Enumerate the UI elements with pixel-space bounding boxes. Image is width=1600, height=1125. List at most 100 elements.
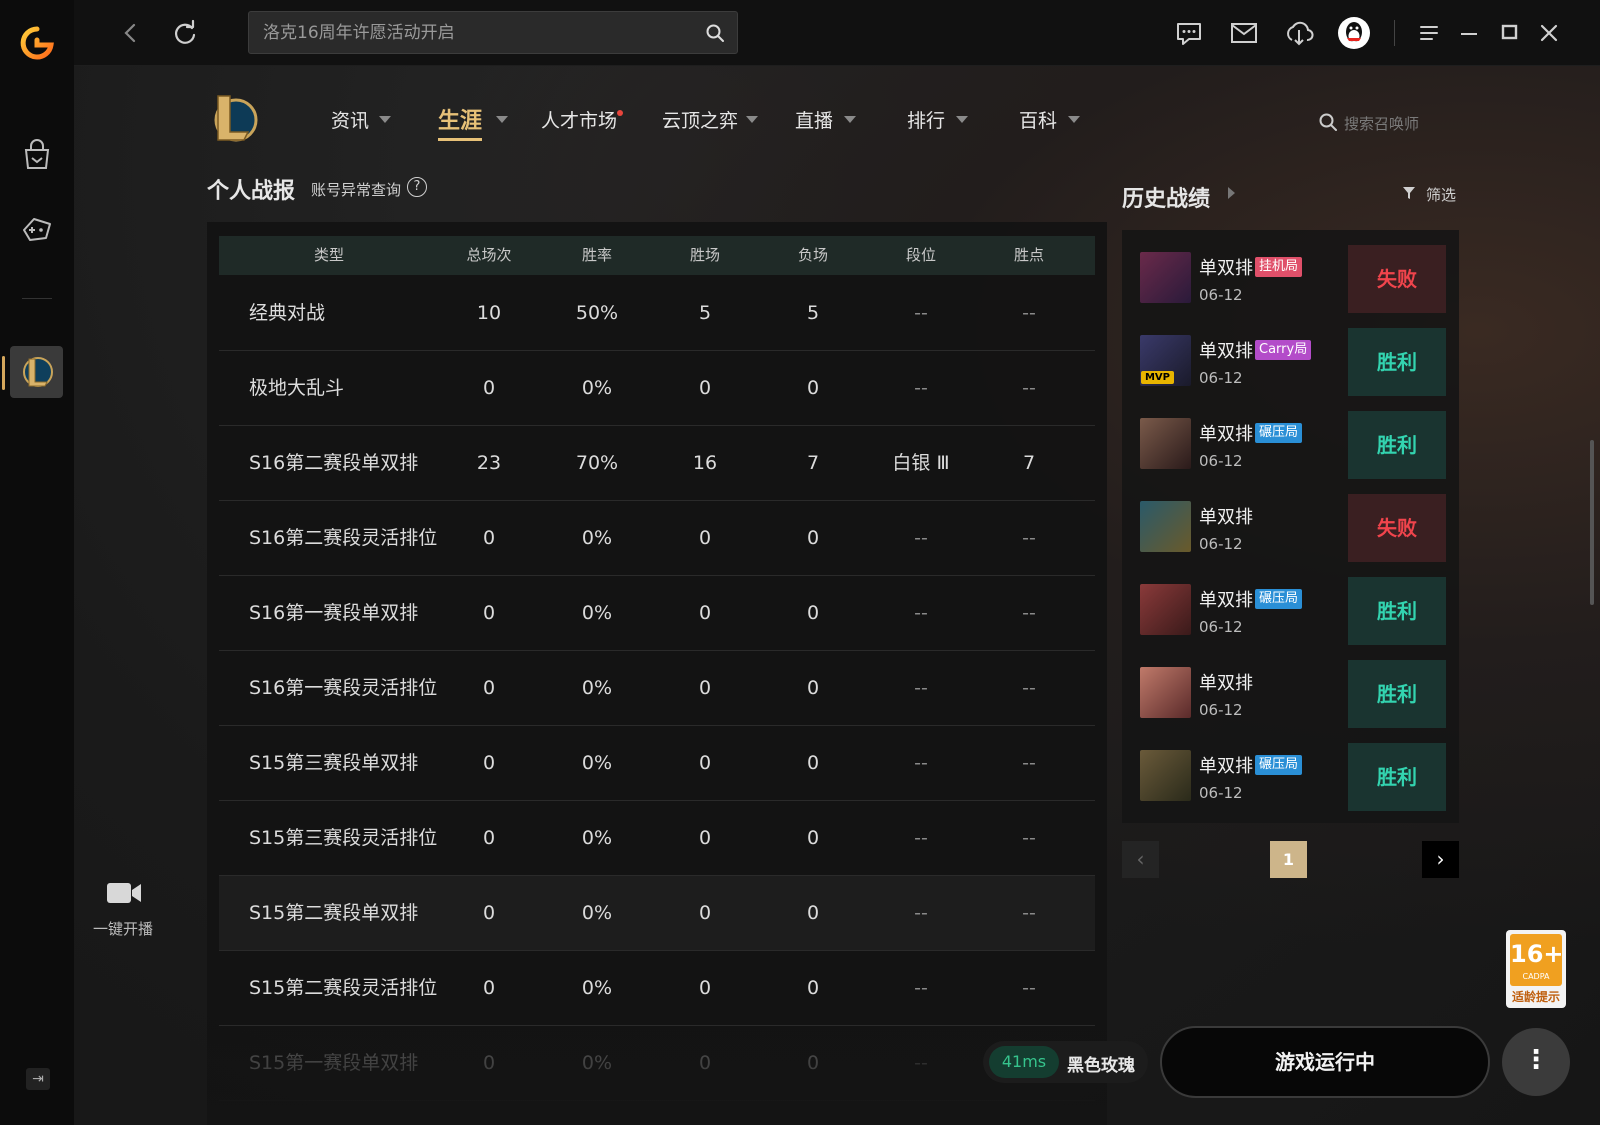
cell-rate: 0% xyxy=(581,752,613,774)
minimize-icon[interactable] xyxy=(1454,18,1484,48)
search-icon xyxy=(1319,113,1337,131)
pager-next-button[interactable]: › xyxy=(1422,841,1459,878)
table-row[interactable]: S16第二赛段灵活排位 0 0% 0 0 -- -- xyxy=(219,501,1095,576)
qq-avatar-icon[interactable] xyxy=(1337,16,1371,50)
summoner-search[interactable]: 搜索召唤师 xyxy=(1318,110,1478,136)
search-input[interactable] xyxy=(263,12,693,53)
refresh-icon[interactable] xyxy=(170,18,200,48)
game-controller-icon[interactable] xyxy=(18,210,56,248)
cell-losses: 0 xyxy=(806,527,820,549)
cell-rank: -- xyxy=(914,977,928,999)
nav-talent-market[interactable]: 人才市场 xyxy=(541,106,617,133)
cell-rate: 0% xyxy=(581,602,613,624)
match-row[interactable]: 单双排 06-12 失败 xyxy=(1140,493,1446,563)
match-row[interactable]: 单双排 碾压局 06-12 胜利 xyxy=(1140,742,1446,812)
nav-active-underline xyxy=(438,138,482,141)
lol-game-logo-icon[interactable] xyxy=(210,92,258,146)
cell-wins: 16 xyxy=(692,452,718,474)
match-date: 06-12 xyxy=(1199,535,1243,553)
col-wins: 胜场 xyxy=(689,246,720,264)
menu-icon[interactable] xyxy=(1414,18,1444,48)
champion-avatar xyxy=(1140,501,1191,552)
match-row[interactable]: 单双排 碾压局 06-12 胜利 xyxy=(1140,410,1446,480)
scrollbar[interactable] xyxy=(1590,440,1594,605)
global-search xyxy=(248,11,738,54)
match-tag: 碾压局 xyxy=(1255,423,1303,443)
help-icon[interactable]: ? xyxy=(407,177,427,197)
match-result: 胜利 xyxy=(1348,743,1446,811)
pager-prev-button[interactable]: ‹ xyxy=(1122,841,1159,878)
account-check-link[interactable]: 账号异常查询 xyxy=(311,179,401,200)
match-row[interactable]: 单双排 碾压局 06-12 胜利 xyxy=(1140,576,1446,646)
cell-losses: 0 xyxy=(806,827,820,849)
match-row[interactable]: MVP 单双排 Carry局 06-12 胜利 xyxy=(1140,327,1446,397)
nav-news[interactable]: 资讯 xyxy=(331,106,369,133)
cell-losses: 7 xyxy=(806,452,820,474)
match-date: 06-12 xyxy=(1199,369,1243,387)
summoner-search-placeholder: 搜索召唤师 xyxy=(1344,115,1420,133)
mvp-badge: MVP xyxy=(1141,371,1174,384)
shop-bag-icon[interactable] xyxy=(18,136,56,174)
game-running-button[interactable]: 游戏运行中 xyxy=(1160,1026,1490,1098)
cell-lp: -- xyxy=(1022,752,1036,774)
server-status[interactable]: 41ms 黑色玫瑰 xyxy=(983,1041,1148,1083)
cell-total: 0 xyxy=(482,527,496,549)
table-row[interactable]: S16第一赛段单双排 0 0% 0 0 -- -- xyxy=(219,576,1095,651)
notification-dot xyxy=(617,110,623,116)
stats-table-header: 类型 总场次 胜率 胜场 负场 段位 胜点 xyxy=(219,236,1095,275)
cell-rate: 0% xyxy=(581,677,613,699)
cell-rank: -- xyxy=(914,527,928,549)
close-icon[interactable] xyxy=(1534,18,1564,48)
history-title: 历史战绩 xyxy=(1122,187,1211,212)
cell-rate: 0% xyxy=(581,902,613,924)
table-row[interactable]: S15第二赛段灵活排位 0 0% 0 0 -- -- xyxy=(219,951,1095,1026)
more-options-button[interactable]: ⋮ xyxy=(1502,1028,1570,1096)
nav-ranking[interactable]: 排行 xyxy=(907,106,945,133)
cell-wins: 5 xyxy=(698,302,712,324)
col-rate: 胜率 xyxy=(581,246,612,264)
age-rating-badge[interactable]: 16+ CADPA 适龄提示 xyxy=(1506,930,1566,1008)
nav-career[interactable]: 生涯 xyxy=(438,103,482,135)
table-row[interactable]: 经典对战 10 50% 5 5 -- -- xyxy=(219,276,1095,351)
back-arrow-icon[interactable] xyxy=(116,18,146,48)
table-row[interactable]: 极地大乱斗 0 0% 0 0 -- -- xyxy=(219,351,1095,426)
champion-avatar xyxy=(1140,418,1191,469)
match-row[interactable]: 单双排 06-12 胜利 xyxy=(1140,659,1446,729)
cell-losses: 0 xyxy=(806,377,820,399)
rail-game-lol[interactable] xyxy=(10,346,63,398)
app-logo-icon[interactable] xyxy=(20,26,54,62)
chat-bubble-icon[interactable] xyxy=(1174,18,1204,48)
cell-total: 23 xyxy=(476,452,502,474)
match-row[interactable]: 单双排 挂机局 06-12 失败 xyxy=(1140,244,1446,314)
one-click-broadcast[interactable]: 一键开播 xyxy=(88,880,158,940)
cell-rank: -- xyxy=(914,1052,928,1074)
match-result: 胜利 xyxy=(1348,660,1446,728)
table-row[interactable]: S16第二赛段单双排 23 70% 16 7 白银 Ⅲ 7 xyxy=(219,426,1095,501)
col-lp: 胜点 xyxy=(1013,246,1044,264)
table-row[interactable]: S15第一赛段单双排00%00---- xyxy=(219,1026,1095,1101)
mail-icon[interactable] xyxy=(1229,18,1259,48)
collapse-sidebar-icon[interactable]: ⇥ xyxy=(26,1068,50,1090)
table-row[interactable]: S15第三赛段单双排 0 0% 0 0 -- -- xyxy=(219,726,1095,801)
search-icon[interactable] xyxy=(705,23,725,43)
download-icon[interactable] xyxy=(1284,18,1314,48)
col-total: 总场次 xyxy=(466,246,512,264)
cell-rank: -- xyxy=(914,902,928,924)
table-row[interactable]: S15第二赛段单双排 0 0% 0 0 -- -- xyxy=(219,876,1095,951)
match-tag: 碾压局 xyxy=(1255,755,1303,775)
table-row[interactable]: S16第一赛段灵活排位 0 0% 0 0 -- -- xyxy=(219,651,1095,726)
nav-live[interactable]: 直播 xyxy=(795,106,833,133)
maximize-icon[interactable] xyxy=(1494,18,1524,48)
nav-tft[interactable]: 云顶之弈 xyxy=(662,106,738,133)
pager-page-1[interactable]: 1 xyxy=(1270,841,1307,878)
chevron-right-icon[interactable] xyxy=(1228,187,1235,199)
cell-wins: 0 xyxy=(698,1052,712,1074)
match-result: 胜利 xyxy=(1348,328,1446,396)
cell-total: 0 xyxy=(482,677,496,699)
cell-wins: 0 xyxy=(698,902,712,924)
nav-wiki[interactable]: 百科 xyxy=(1019,106,1057,133)
cell-rate: 0% xyxy=(581,827,613,849)
chevron-down-icon xyxy=(379,116,391,123)
table-row[interactable]: S15第三赛段灵活排位 0 0% 0 0 -- -- xyxy=(219,801,1095,876)
cell-wins: 0 xyxy=(698,602,712,624)
